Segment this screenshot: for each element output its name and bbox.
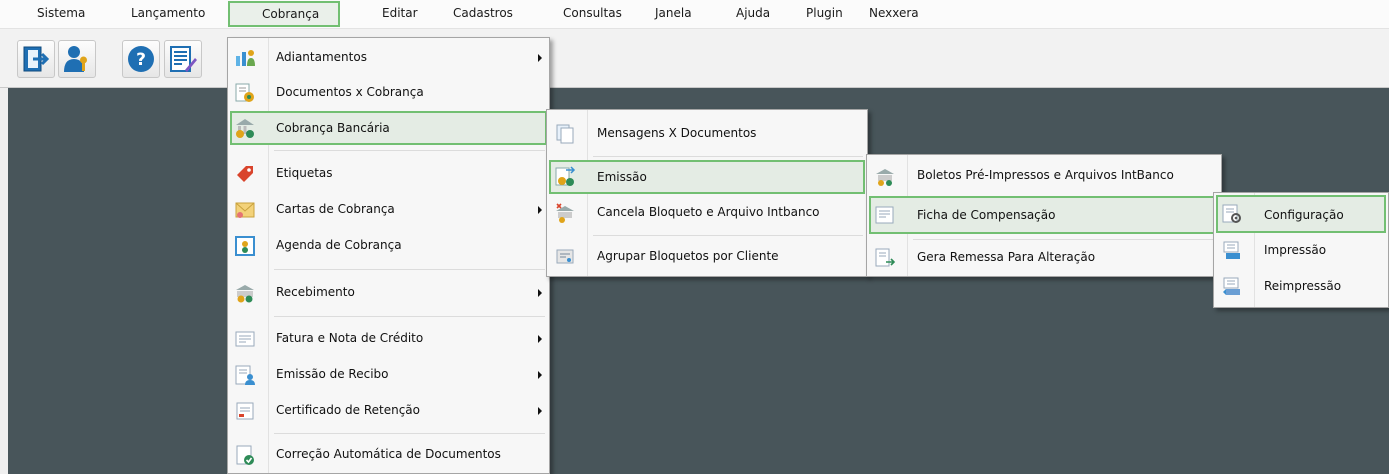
menu-item-gera-remessa[interactable]: Gera Remessa Para Alteração xyxy=(869,241,1219,275)
submenu-arrow-icon xyxy=(538,407,542,415)
menu-lancamento[interactable]: Lançamento xyxy=(131,0,205,28)
emissao-submenu: Boletos Pré-Impressos e Arquivos IntBanc… xyxy=(866,154,1222,277)
print-icon xyxy=(1223,241,1240,259)
emission-icon xyxy=(555,166,576,186)
menu-sistema[interactable]: Sistema xyxy=(37,0,85,28)
menu-item-label: Etiquetas xyxy=(276,166,333,180)
letter-icon xyxy=(235,202,255,218)
menu-item-adiantamentos[interactable]: Adiantamentos xyxy=(230,41,547,75)
reprint-icon xyxy=(1223,277,1240,295)
menu-item-label: Cobrança Bancária xyxy=(276,121,390,135)
menu-item-label: Cartas de Cobrança xyxy=(276,202,395,216)
menu-janela[interactable]: Janela xyxy=(655,0,692,28)
menu-item-label: Emissão xyxy=(597,170,647,184)
menu-item-emissao[interactable]: Emissão xyxy=(549,160,865,194)
menu-item-label: Agenda de Cobrança xyxy=(276,238,402,252)
menu-cobranca[interactable]: Cobrança xyxy=(228,1,340,27)
preprinted-slips-icon xyxy=(876,169,894,186)
bank-coins-icon xyxy=(236,119,254,138)
menu-item-certificado-retencao[interactable]: Certificado de Retenção xyxy=(230,394,547,428)
menu-item-label: Documentos x Cobrança xyxy=(276,85,424,99)
cancel-slip-icon xyxy=(556,203,574,223)
configuration-icon xyxy=(1222,204,1241,223)
cobranca-bancaria-submenu: Mensagens X Documentos Emissão Cancela B… xyxy=(546,109,868,277)
menu-item-fatura-nota-credito[interactable]: Fatura e Nota de Crédito xyxy=(230,322,547,356)
exit-icon xyxy=(23,46,50,72)
help-button[interactable]: ? xyxy=(122,40,160,78)
generate-remittance-icon xyxy=(875,248,896,267)
ficha-compensacao-submenu: Configuração Impressão Reimpressão xyxy=(1213,192,1389,308)
left-border xyxy=(0,88,8,474)
receipt-icon xyxy=(235,365,255,385)
menu-item-label: Mensagens X Documentos xyxy=(597,126,757,140)
submenu-arrow-icon xyxy=(538,206,542,214)
menu-item-label: Impressão xyxy=(1264,243,1327,257)
exit-button[interactable] xyxy=(17,40,55,78)
menu-item-label: Reimpressão xyxy=(1264,279,1342,293)
submenu-arrow-icon xyxy=(538,54,542,62)
auto-correct-icon xyxy=(236,445,254,465)
menu-item-label: Configuração xyxy=(1264,208,1344,222)
menu-item-label: Recebimento xyxy=(276,285,355,299)
compensation-form-icon xyxy=(875,206,894,224)
menu-item-etiquetas[interactable]: Etiquetas xyxy=(230,157,547,191)
menu-item-label: Correção Automática de Documentos xyxy=(276,447,501,461)
menu-consultas[interactable]: Consultas xyxy=(563,0,622,28)
menu-item-label: Cancela Bloqueto e Arquivo Intbanco xyxy=(597,205,820,219)
menu-item-label: Gera Remessa Para Alteração xyxy=(917,250,1096,264)
menu-item-label: Certificado de Retenção xyxy=(276,403,420,417)
submenu-arrow-icon xyxy=(538,371,542,379)
menu-item-label: Boletos Pré-Impressos e Arquivos IntBanc… xyxy=(917,168,1174,182)
menu-bar: Sistema Lançamento Cobrança Editar Cadas… xyxy=(0,0,1389,29)
menu-item-boletos-preimpressos[interactable]: Boletos Pré-Impressos e Arquivos IntBanc… xyxy=(869,158,1219,194)
group-slips-icon xyxy=(556,249,574,264)
document-coins-icon xyxy=(235,83,254,102)
menu-item-correcao-automatica[interactable]: Correção Automática de Documentos xyxy=(230,438,547,472)
toolbar: ? xyxy=(0,29,1389,88)
user-button[interactable] xyxy=(58,40,96,78)
menu-item-impressao[interactable]: Impressão xyxy=(1216,234,1386,268)
menu-item-mensagens-documentos[interactable]: Mensagens X Documentos xyxy=(549,114,865,152)
menu-item-label: Adiantamentos xyxy=(276,50,367,64)
menu-item-label: Ficha de Compensação xyxy=(917,208,1056,222)
menu-item-reimpressao[interactable]: Reimpressão xyxy=(1216,270,1386,304)
menu-item-agenda-cobranca[interactable]: Agenda de Cobrança xyxy=(230,229,547,263)
messages-icon xyxy=(556,124,574,144)
form-edit-icon xyxy=(170,46,197,72)
tag-icon xyxy=(237,166,253,182)
user-key-icon xyxy=(64,46,87,72)
svg-text:?: ? xyxy=(136,50,146,70)
menu-item-documentos-cobranca[interactable]: Documentos x Cobrança xyxy=(230,77,547,109)
menu-item-cobranca-bancaria[interactable]: Cobrança Bancária xyxy=(230,111,547,145)
receive-money-icon xyxy=(236,285,254,303)
menu-item-label: Fatura e Nota de Crédito xyxy=(276,331,424,345)
menu-item-label: Agrupar Bloquetos por Cliente xyxy=(597,249,779,263)
menu-item-ficha-compensacao[interactable]: Ficha de Compensação xyxy=(869,196,1219,234)
menu-item-configuracao[interactable]: Configuração xyxy=(1216,195,1386,233)
certificate-icon xyxy=(236,402,254,420)
menu-item-label: Emissão de Recibo xyxy=(276,367,389,381)
agenda-icon xyxy=(235,236,255,256)
submenu-arrow-icon xyxy=(538,335,542,343)
menu-nexxera[interactable]: Nexxera xyxy=(869,0,919,28)
cobranca-dropdown: Adiantamentos Documentos x Cobrança Cobr… xyxy=(227,37,550,474)
menu-item-cancela-bloqueto[interactable]: Cancela Bloqueto e Arquivo Intbanco xyxy=(549,196,865,230)
menu-item-emissao-recibo[interactable]: Emissão de Recibo xyxy=(230,358,547,392)
invoice-icon xyxy=(235,331,255,347)
menu-plugin[interactable]: Plugin xyxy=(806,0,843,28)
menu-item-recebimento[interactable]: Recebimento xyxy=(230,275,547,311)
help-icon: ? xyxy=(128,46,154,72)
form-button[interactable] xyxy=(164,40,202,78)
menu-editar[interactable]: Editar xyxy=(382,0,418,28)
menu-ajuda[interactable]: Ajuda xyxy=(736,0,770,28)
people-chart-icon xyxy=(236,50,255,66)
menu-item-cartas-cobranca[interactable]: Cartas de Cobrança xyxy=(230,193,547,227)
menu-item-agrupar-bloquetos[interactable]: Agrupar Bloquetos por Cliente xyxy=(549,240,865,274)
menu-cadastros[interactable]: Cadastros xyxy=(453,0,513,28)
submenu-arrow-icon xyxy=(538,289,542,297)
